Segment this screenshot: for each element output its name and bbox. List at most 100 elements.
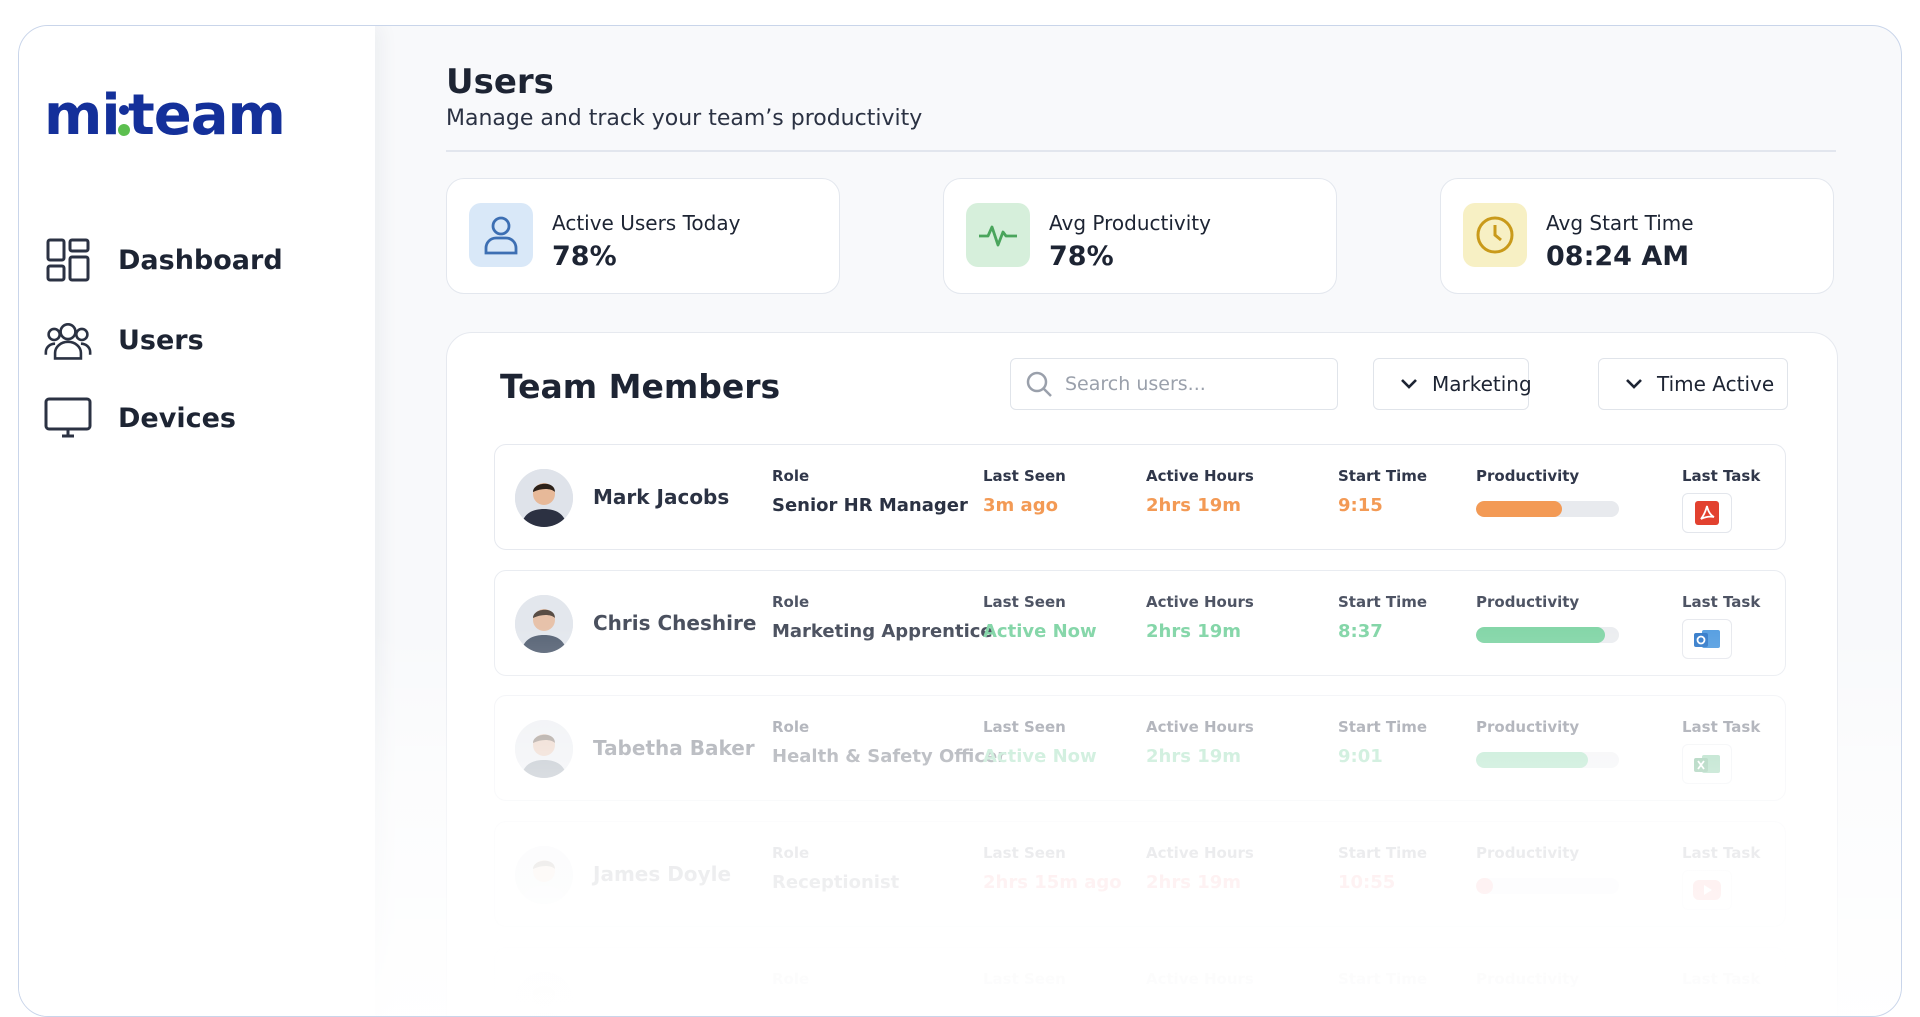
panel-title: Team Members: [500, 367, 781, 406]
column-label: Active Hours: [1146, 844, 1254, 862]
sidebar-item-devices[interactable]: Devices: [44, 394, 236, 442]
col-productivity: Productivity: [1476, 467, 1619, 517]
divider: [446, 150, 1836, 152]
column-label: Productivity: [1476, 593, 1580, 611]
outlook-icon[interactable]: [1682, 619, 1732, 659]
col-start-time: Start Time 8:37: [1338, 593, 1427, 642]
column-label: Productivity: [1476, 718, 1580, 736]
col-active-hours: Active Hours 2hrs 19m: [1146, 467, 1254, 516]
stat-value: 08:24 AM: [1546, 241, 1690, 272]
column-label: Start Time: [1338, 844, 1428, 862]
avatar: [515, 469, 573, 527]
table-row[interactable]: Chris Cheshire Role Marketing Apprentice La…: [494, 570, 1786, 676]
table-row[interactable]: James Doyle Role Receptionist Last Seen 2hrs…: [494, 821, 1786, 927]
stat-card-avg-start-time: Avg Start Time 08:24 AM: [1440, 178, 1834, 294]
column-label: Productivity: [1476, 844, 1580, 862]
chevron-down-icon: [1400, 375, 1418, 393]
productivity-fill: [1476, 878, 1494, 894]
col-last-seen: Last Seen 3m ago: [983, 467, 1066, 516]
active-hours-value: 2hrs 19m: [1146, 872, 1242, 893]
col-last-task: Last Task: [1682, 593, 1760, 659]
col-role: Role Receptionist: [772, 844, 899, 893]
role-value: Receptionist: [772, 872, 900, 893]
search-input[interactable]: [1063, 372, 1327, 396]
column-label: Last Seen: [983, 844, 1066, 862]
dropdown-value: Time Active: [1657, 372, 1775, 396]
column-label: Active Hours: [1146, 593, 1254, 611]
productivity-bar: [1476, 627, 1619, 643]
table-row[interactable]: Mark Jacobs Role Senior HR Manager Last See…: [494, 444, 1786, 550]
stat-label: Active Users Today: [552, 211, 741, 235]
stat-value: 78%: [552, 241, 617, 272]
app-logo: mi team: [44, 86, 344, 146]
column-label: Active Hours: [1146, 718, 1254, 736]
column-label: Productivity: [1476, 970, 1580, 988]
table-row[interactable]: Role Last Seen Active Hours Start Time Produ…: [494, 947, 1786, 1016]
column-label: Productivity: [1476, 467, 1580, 485]
chevron-down-icon: [1625, 375, 1643, 393]
productivity-bar: [1476, 501, 1619, 517]
clock-icon: [1463, 203, 1527, 267]
task-icon[interactable]: [1682, 996, 1732, 1016]
productivity-bar: [1476, 878, 1619, 894]
svg-text:mi: mi: [44, 86, 120, 146]
role-value: Health & Safety Officer: [772, 746, 1007, 767]
last-seen-value: 3m ago: [983, 495, 1058, 516]
col-role: Role Senior HR Manager: [772, 467, 968, 516]
column-label: Last Seen: [983, 593, 1066, 611]
sidebar: mi team Dashboard Users Devices: [19, 26, 375, 1016]
user-icon: [469, 203, 533, 267]
col-role: Role: [772, 970, 809, 998]
col-role: Role Health & Safety Officer: [772, 718, 1006, 767]
col-last-task: Last Task: [1682, 467, 1760, 533]
column-label: Start Time: [1338, 970, 1428, 988]
col-last-seen: Last Seen Active Now: [983, 593, 1097, 642]
svg-text:team: team: [128, 86, 285, 146]
dashboard-icon: [44, 236, 92, 284]
sidebar-item-label: Users: [118, 324, 204, 356]
col-productivity: Productivity: [1476, 593, 1619, 643]
table-row[interactable]: Tabetha Baker Role Health & Safety Officer…: [494, 695, 1786, 801]
column-label: Last Seen: [983, 970, 1066, 988]
col-active-hours: Active Hours: [1146, 970, 1254, 998]
sort-dropdown[interactable]: Time Active: [1598, 358, 1788, 410]
avatar: [515, 720, 573, 778]
role-value: Marketing Apprentice: [772, 621, 993, 642]
col-last-task: Last Task: [1682, 718, 1760, 784]
column-label: Start Time: [1338, 467, 1428, 485]
active-hours-value: 2hrs 19m: [1146, 746, 1242, 767]
member-name: Chris Cheshire: [593, 611, 757, 635]
start-time-value: 9:01: [1338, 746, 1383, 767]
pdf-icon[interactable]: [1682, 493, 1732, 533]
column-label: Last Task: [1682, 844, 1761, 862]
active-hours-value: 2hrs 19m: [1146, 621, 1242, 642]
col-active-hours: Active Hours 2hrs 19m: [1146, 718, 1254, 767]
dropdown-value: Marketing: [1432, 372, 1532, 396]
search-box[interactable]: [1010, 358, 1338, 410]
app-window: mi team Dashboard Users Devices Users Ma…: [18, 25, 1902, 1017]
start-time-value: 8:37: [1338, 621, 1383, 642]
avatar: [515, 846, 573, 904]
sidebar-item-label: Devices: [118, 402, 236, 434]
column-label: Last Seen: [983, 467, 1066, 485]
column-label: Role: [772, 970, 810, 988]
column-label: Role: [772, 844, 810, 862]
sidebar-item-users[interactable]: Users: [44, 316, 204, 364]
productivity-bar: [1476, 752, 1619, 768]
productivity-fill: [1476, 627, 1605, 643]
col-last-seen: Last Seen Active Now: [983, 718, 1097, 767]
col-start-time: Start Time 10:55: [1338, 844, 1427, 893]
excel-icon[interactable]: [1682, 744, 1732, 784]
member-name: Tabetha Baker: [593, 736, 755, 760]
department-dropdown[interactable]: Marketing: [1373, 358, 1532, 410]
sidebar-item-dashboard[interactable]: Dashboard: [44, 236, 283, 284]
col-active-hours: Active Hours 2hrs 19m: [1146, 593, 1254, 642]
main-content: Users Manage and track your team’s produ…: [375, 26, 1901, 1016]
col-last-seen: Last Seen: [983, 970, 1066, 998]
col-productivity: Productivity: [1476, 970, 1619, 1016]
column-label: Last Task: [1682, 593, 1761, 611]
youtube-icon[interactable]: [1682, 870, 1732, 910]
col-last-seen: Last Seen 2hrs 15m ago: [983, 844, 1122, 893]
col-role: Role Marketing Apprentice: [772, 593, 993, 642]
col-last-task: Last Task: [1682, 844, 1760, 910]
